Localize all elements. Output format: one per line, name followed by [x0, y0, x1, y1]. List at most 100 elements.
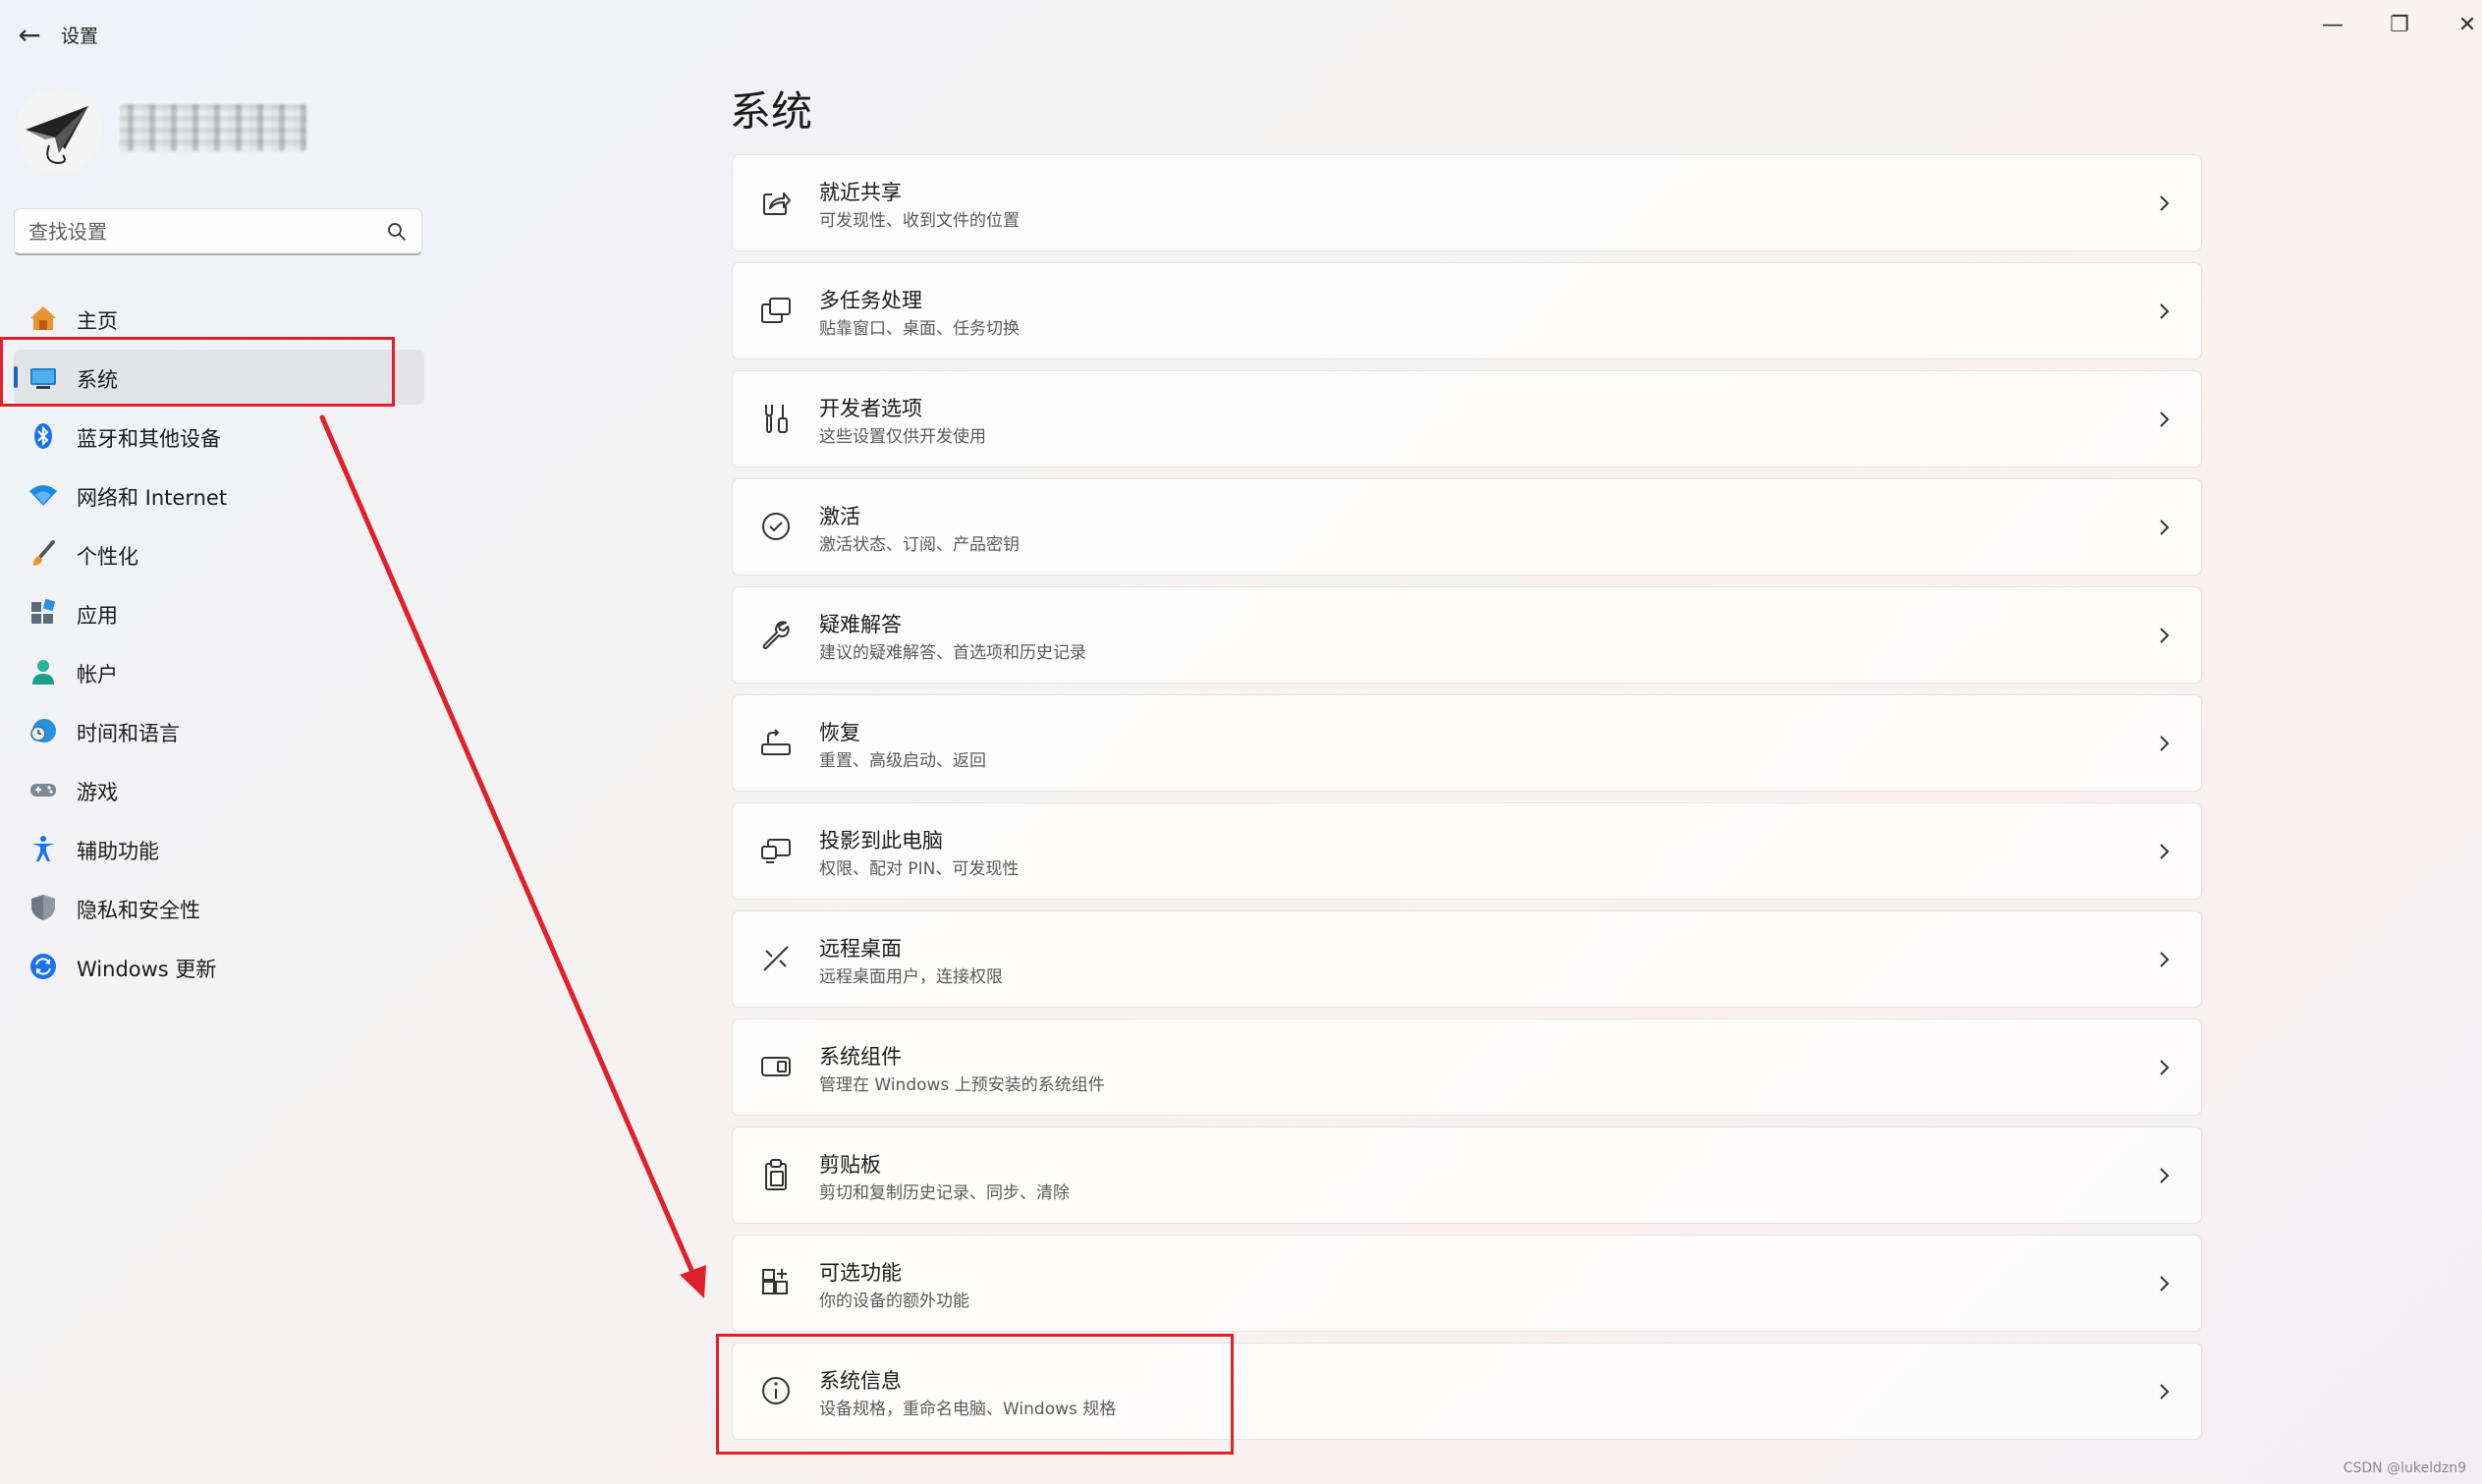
gamepad-icon: [30, 784, 56, 797]
settings-item-title: 疑难解答: [819, 613, 902, 636]
sidebar-item-label: 游戏: [77, 781, 118, 804]
chevron-right-icon: [2160, 844, 2170, 859]
chevron-right-icon: [2160, 736, 2170, 751]
sidebar-item-label: 蓝牙和其他设备: [77, 427, 221, 451]
chevron-right-icon: [2160, 1060, 2170, 1075]
sidebar-item-privacy[interactable]: 隐私和安全性: [14, 880, 424, 935]
search-box[interactable]: [14, 208, 422, 255]
sidebar-item-label: 主页: [77, 309, 118, 333]
settings-item-troubleshoot[interactable]: 疑难解答 建议的疑难解答、首选项和历史记录: [732, 586, 2202, 684]
settings-item-title: 剪贴板: [819, 1153, 881, 1177]
sidebar-item-label: 网络和 Internet: [77, 486, 228, 510]
settings-item-clipboard[interactable]: 剪贴板 剪切和复制历史记录、同步、清除: [732, 1127, 2202, 1224]
chevron-right-icon: [2160, 952, 2170, 967]
settings-item-subtitle: 远程桌面用户，连接权限: [819, 967, 1003, 987]
wrench-icon: [762, 621, 790, 649]
settings-item-developer-options[interactable]: 开发者选项 这些设置仅供开发使用: [732, 370, 2202, 467]
settings-item-activation[interactable]: 激活 激活状态、订阅、产品密钥: [732, 478, 2202, 576]
settings-list: 就近共享 可发现性、收到文件的位置 多任务处理 贴靠窗口、桌面、任务切换 开发者…: [732, 154, 2202, 1451]
sidebar-item-time-language[interactable]: 时间和语言: [14, 703, 424, 758]
settings-item-system-components[interactable]: 系统组件 管理在 Windows 上预安装的系统组件: [732, 1018, 2202, 1116]
shield-icon: [31, 895, 55, 920]
avatar[interactable]: [16, 88, 102, 175]
settings-item-multitasking[interactable]: 多任务处理 贴靠窗口、桌面、任务切换: [732, 262, 2202, 359]
brush-icon: [33, 540, 55, 566]
settings-item-title: 就近共享: [819, 181, 902, 204]
sidebar-item-label: 辅助功能: [77, 840, 159, 863]
settings-item-subtitle: 管理在 Windows 上预安装的系统组件: [819, 1075, 1105, 1095]
clock-globe-icon: [30, 719, 56, 742]
sidebar-item-accessibility[interactable]: 辅助功能: [14, 821, 424, 876]
settings-item-title: 恢复: [819, 721, 860, 744]
page-title: 系统: [730, 87, 813, 136]
chevron-right-icon: [2160, 303, 2170, 319]
settings-item-subtitle: 剪切和复制历史记录、同步、清除: [819, 1183, 1070, 1203]
maximize-button[interactable]: ❐: [2370, 6, 2429, 45]
optional-features-icon: [762, 1269, 788, 1294]
back-button[interactable]: ←: [12, 18, 47, 53]
share-icon: [763, 192, 791, 215]
settings-item-recovery[interactable]: 恢复 重置、高级启动、返回: [732, 694, 2202, 792]
remote-desktop-icon: [763, 946, 789, 971]
annotation-highlight-system: [0, 337, 395, 407]
annotation-highlight-about: [716, 1334, 1234, 1455]
settings-item-title: 远程桌面: [819, 937, 902, 961]
bluetooth-icon: [34, 423, 52, 449]
apps-icon: [31, 598, 56, 624]
search-icon[interactable]: [386, 221, 408, 243]
chevron-right-icon: [2160, 520, 2170, 535]
chevron-right-icon: [2160, 195, 2170, 211]
minimize-button[interactable]: —: [2303, 6, 2362, 45]
settings-item-title: 开发者选项: [819, 397, 922, 420]
settings-item-title: 系统组件: [819, 1045, 902, 1069]
multitask-icon: [761, 298, 791, 323]
sidebar-item-label: Windows 更新: [77, 958, 217, 981]
settings-item-title: 激活: [819, 505, 860, 528]
update-icon: [30, 954, 56, 979]
chevron-right-icon: [2160, 1276, 2170, 1292]
chevron-right-icon: [2160, 628, 2170, 643]
sidebar-item-label: 隐私和安全性: [77, 899, 200, 922]
sidebar-item-accounts[interactable]: 帐户: [14, 644, 424, 699]
sidebar-item-label: 时间和语言: [77, 722, 180, 745]
settings-item-subtitle: 权限、配对 PIN、可发现性: [819, 859, 1020, 879]
sidebar-item-label: 应用: [77, 604, 118, 628]
settings-item-subtitle: 建议的疑难解答、首选项和历史记录: [819, 643, 1086, 663]
sidebar-item-label: 个性化: [77, 545, 138, 569]
sidebar-item-apps[interactable]: 应用: [14, 585, 424, 640]
settings-item-subtitle: 重置、高级启动、返回: [819, 751, 986, 771]
wifi-icon: [29, 485, 57, 506]
sidebar-item-gaming[interactable]: 游戏: [14, 762, 424, 817]
account-icon: [32, 660, 54, 685]
settings-item-nearby-sharing[interactable]: 就近共享 可发现性、收到文件的位置: [732, 154, 2202, 251]
settings-item-title: 多任务处理: [819, 289, 922, 312]
chevron-right-icon: [2160, 1168, 2170, 1183]
settings-item-project-to-pc[interactable]: 投影到此电脑 权限、配对 PIN、可发现性: [732, 802, 2202, 900]
clipboard-icon: [765, 1159, 787, 1190]
close-button[interactable]: ✕: [2438, 6, 2482, 45]
settings-item-title: 投影到此电脑: [819, 829, 943, 852]
settings-item-subtitle: 这些设置仅供开发使用: [819, 427, 986, 447]
chevron-right-icon: [2160, 412, 2170, 427]
chevron-right-icon: [2160, 1384, 2170, 1400]
settings-item-subtitle: 激活状态、订阅、产品密钥: [819, 535, 1020, 555]
sidebar-item-label: 帐户: [77, 663, 118, 687]
title-bar: ← 设置 — ❐ ✕: [0, 0, 2482, 69]
search-input[interactable]: [15, 209, 378, 254]
paper-plane-icon: [26, 106, 88, 165]
project-icon: [761, 839, 791, 863]
sidebar-item-personalization[interactable]: 个性化: [14, 526, 424, 581]
accessibility-icon: [32, 836, 54, 861]
home-icon: [30, 306, 56, 330]
app-title: 设置: [61, 26, 99, 47]
sidebar-item-bluetooth[interactable]: 蓝牙和其他设备: [14, 409, 424, 464]
sidebar-item-network[interactable]: 网络和 Internet: [14, 467, 424, 522]
watermark: CSDN @lukeldzn9: [2343, 1460, 2466, 1476]
recovery-icon: [761, 729, 791, 755]
profile-name-redacted: [120, 104, 306, 151]
settings-item-optional-features[interactable]: 可选功能 你的设备的额外功能: [732, 1235, 2202, 1332]
settings-item-subtitle: 贴靠窗口、桌面、任务切换: [819, 319, 1020, 339]
sidebar-item-windows-update[interactable]: Windows 更新: [14, 939, 424, 994]
components-icon: [761, 1057, 791, 1076]
settings-item-remote-desktop[interactable]: 远程桌面 远程桌面用户，连接权限: [732, 910, 2202, 1008]
